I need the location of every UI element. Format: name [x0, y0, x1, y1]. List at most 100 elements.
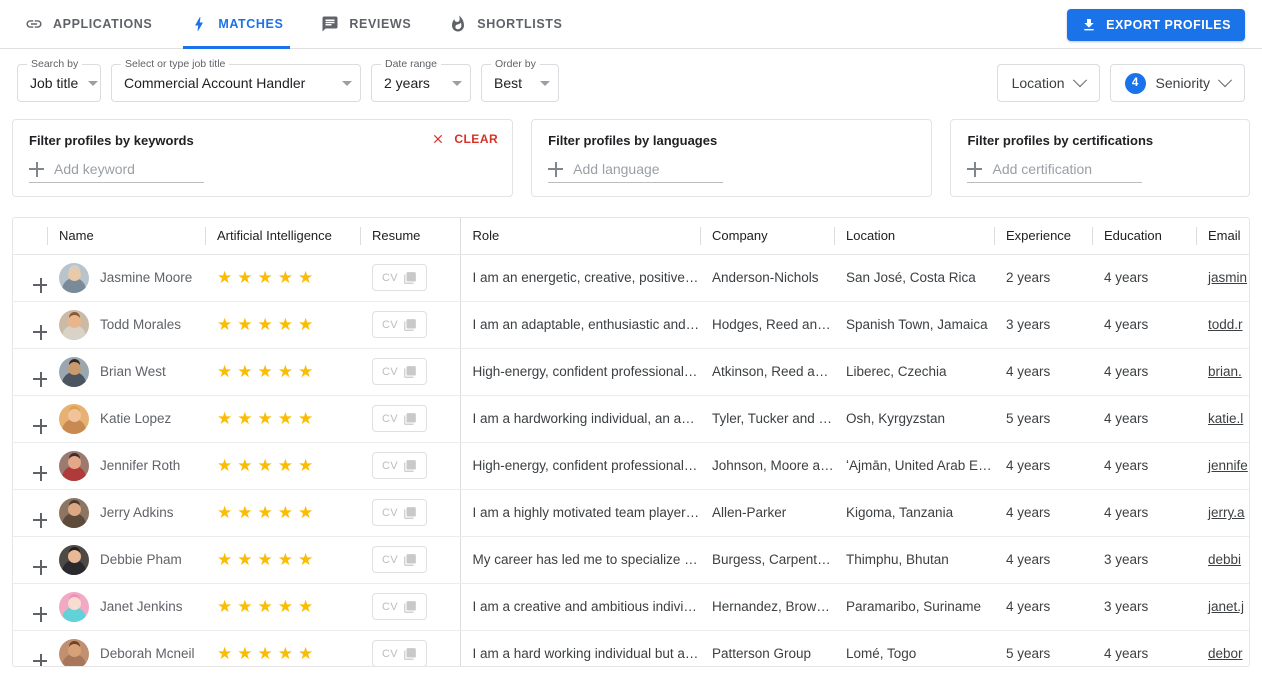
profile-name[interactable]: Deborah Mcneil: [100, 646, 195, 661]
tab-reviews[interactable]: REVIEWS: [314, 0, 428, 48]
star-icon: ★: [277, 503, 293, 522]
location-cell: Paramaribo, Suriname: [834, 583, 994, 631]
resume-cell: CV: [360, 583, 461, 631]
job-title-select[interactable]: Select or type job title Commercial Acco…: [111, 58, 361, 102]
email-link[interactable]: brian.: [1208, 364, 1242, 379]
column-header-location[interactable]: Location: [834, 218, 994, 255]
column-header-company[interactable]: Company: [700, 218, 834, 255]
column-header-education[interactable]: Education: [1092, 218, 1196, 255]
profile-name[interactable]: Todd Morales: [100, 317, 181, 332]
profile-name[interactable]: Debbie Pham: [100, 552, 182, 567]
export-profiles-button[interactable]: EXPORT PROFILES: [1067, 9, 1245, 41]
education-cell: 4 years: [1092, 442, 1196, 490]
column-header-name[interactable]: Name: [47, 218, 205, 255]
table-row[interactable]: Brian West ★ ★ ★ ★ ★ CV High-energy, confident …: [13, 348, 1249, 396]
add-language-input[interactable]: Add language: [548, 161, 724, 183]
email-link[interactable]: jennife: [1208, 458, 1248, 473]
cv-download-button[interactable]: CV: [372, 264, 427, 291]
email-link[interactable]: katie.l: [1208, 411, 1243, 426]
cv-download-button[interactable]: CV: [372, 546, 427, 573]
role-cell: I am a highly motivated team player…: [460, 489, 700, 537]
top-tab-bar: APPLICATIONS MATCHES REVIEWS SHORTLISTS …: [0, 0, 1262, 49]
avatar: [59, 497, 89, 528]
date-range-legend: Date range: [381, 58, 441, 70]
star-icon: ★: [257, 550, 273, 569]
star-icon: ★: [277, 362, 293, 381]
table-row[interactable]: Janet Jenkins ★ ★ ★ ★ ★ CV I am a creative and …: [13, 583, 1249, 631]
tab-matches[interactable]: MATCHES: [183, 0, 300, 49]
star-icon: ★: [237, 550, 253, 569]
email-link[interactable]: janet.j: [1208, 599, 1244, 614]
email-link[interactable]: todd.r: [1208, 317, 1243, 332]
email-link[interactable]: jasmin: [1208, 270, 1247, 285]
ai-rating-cell: ★ ★ ★ ★ ★: [205, 630, 360, 666]
experience-cell: 4 years: [994, 348, 1092, 396]
tab-matches-label: MATCHES: [218, 17, 284, 31]
profile-name[interactable]: Jasmine Moore: [100, 270, 192, 285]
profile-name[interactable]: Janet Jenkins: [100, 599, 183, 614]
profiles-table-container[interactable]: Name Artificial Intelligence Resume Role…: [12, 217, 1250, 667]
pdf-icon: [403, 271, 417, 285]
email-link[interactable]: debbi: [1208, 552, 1241, 567]
date-range-select[interactable]: Date range 2 years: [371, 58, 471, 102]
cv-download-button[interactable]: CV: [372, 640, 427, 666]
cv-label: CV: [381, 459, 399, 472]
cv-download-button[interactable]: CV: [372, 405, 427, 432]
star-rating: ★ ★ ★ ★ ★: [217, 598, 360, 615]
order-by-select[interactable]: Order by Best: [481, 58, 559, 102]
table-row[interactable]: Deborah Mcneil ★ ★ ★ ★ ★ CV I am a hard working…: [13, 630, 1249, 666]
tab-shortlists[interactable]: SHORTLISTS: [442, 0, 579, 48]
column-header-resume[interactable]: Resume: [360, 218, 461, 255]
star-icon: ★: [217, 550, 233, 569]
resume-cell: CV: [360, 630, 461, 666]
profile-name[interactable]: Brian West: [100, 364, 166, 379]
profile-name[interactable]: Jerry Adkins: [100, 505, 174, 520]
column-header-artificial-intelligence[interactable]: Artificial Intelligence: [205, 218, 360, 255]
location-filter-chip[interactable]: Location: [996, 64, 1100, 102]
star-icon: ★: [237, 644, 253, 663]
profile-name[interactable]: Jennifer Roth: [100, 458, 180, 473]
email-link[interactable]: debor: [1208, 646, 1243, 661]
star-icon: ★: [237, 409, 253, 428]
column-header-expand: [13, 218, 47, 255]
table-row[interactable]: Jasmine Moore ★ ★ ★ ★ ★ CV I am an energetic, c…: [13, 254, 1249, 302]
search-by-legend: Search by: [27, 58, 83, 70]
table-body: Jasmine Moore ★ ★ ★ ★ ★ CV I am an energetic, c…: [13, 254, 1249, 666]
cv-label: CV: [381, 553, 399, 566]
add-certification-input[interactable]: Add certification: [967, 161, 1143, 183]
table-row[interactable]: Debbie Pham ★ ★ ★ ★ ★ CV My career has led me t…: [13, 536, 1249, 584]
star-icon: ★: [217, 597, 233, 616]
ai-rating-cell: ★ ★ ★ ★ ★: [205, 395, 360, 443]
column-header-email[interactable]: Email: [1196, 218, 1249, 255]
clear-keywords-button[interactable]: CLEAR: [431, 132, 498, 146]
cv-download-button[interactable]: CV: [372, 311, 427, 338]
search-by-select[interactable]: Search by Job title: [17, 58, 101, 102]
column-header-experience[interactable]: Experience: [994, 218, 1092, 255]
bolt-icon: [189, 14, 209, 34]
cv-download-button[interactable]: CV: [372, 593, 427, 620]
seniority-filter-chip[interactable]: 4 Seniority: [1109, 64, 1245, 102]
table-row[interactable]: Jerry Adkins ★ ★ ★ ★ ★ CV I am a highly motivat…: [13, 489, 1249, 537]
education-cell: 3 years: [1092, 583, 1196, 631]
add-keyword-input[interactable]: Add keyword: [29, 161, 204, 183]
table-row[interactable]: Todd Morales ★ ★ ★ ★ ★ CV I am an adaptable, en…: [13, 301, 1249, 349]
location-cell: Spanish Town, Jamaica: [834, 301, 994, 349]
email-link[interactable]: jerry.a: [1208, 505, 1245, 520]
avatar: [59, 591, 89, 622]
cv-label: CV: [381, 271, 399, 284]
cv-download-button[interactable]: CV: [372, 452, 427, 479]
tab-applications[interactable]: APPLICATIONS: [18, 0, 169, 48]
name-cell: Todd Morales: [47, 301, 205, 349]
profile-name[interactable]: Katie Lopez: [100, 411, 171, 426]
avatar: [59, 544, 89, 575]
cv-label: CV: [381, 647, 399, 660]
cv-download-button[interactable]: CV: [372, 358, 427, 385]
table-header-row: Name Artificial Intelligence Resume Role…: [13, 218, 1249, 255]
column-header-role[interactable]: Role: [460, 218, 700, 255]
cv-label: CV: [381, 600, 399, 613]
plus-icon: [967, 161, 983, 177]
avatar: [59, 403, 89, 434]
table-row[interactable]: Katie Lopez ★ ★ ★ ★ ★ CV I am a hardworking ind…: [13, 395, 1249, 443]
cv-download-button[interactable]: CV: [372, 499, 427, 526]
table-row[interactable]: Jennifer Roth ★ ★ ★ ★ ★ CV High-energy, confide…: [13, 442, 1249, 490]
